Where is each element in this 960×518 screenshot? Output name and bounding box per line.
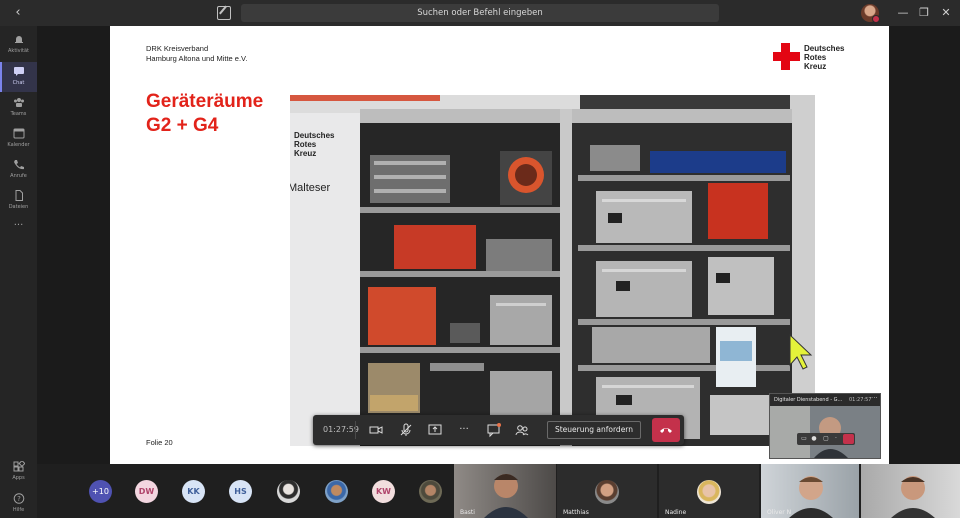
participant-photo-avatar[interactable] bbox=[325, 480, 348, 503]
rail-item-calendar[interactable]: Kalender bbox=[0, 124, 37, 154]
call-controls: 01:27:59 ··· Steuerung anfordern bbox=[313, 415, 684, 445]
photo-text-malteser: Malteser bbox=[290, 182, 331, 194]
teams-window: { "search":{"placeholder":"Suchen oder B… bbox=[0, 0, 960, 518]
profile-avatar[interactable] bbox=[861, 4, 880, 23]
request-control-button[interactable]: Steuerung anfordern bbox=[547, 421, 641, 439]
mini-camera-icon[interactable]: ▭ bbox=[800, 435, 808, 443]
mic-muted-icon[interactable] bbox=[398, 422, 414, 438]
participant-avatar[interactable]: KW bbox=[372, 480, 395, 503]
rail-item-teams[interactable]: Teams bbox=[0, 93, 37, 123]
participant-video-tile[interactable]: Basti bbox=[454, 464, 556, 518]
call-timer: 01:27:59 bbox=[323, 425, 359, 434]
participant-photo-avatar bbox=[595, 480, 619, 504]
hang-up-button[interactable] bbox=[652, 418, 680, 442]
camera-icon[interactable] bbox=[368, 422, 384, 438]
rail-label: Anrufe bbox=[10, 173, 27, 179]
rail-item-chat[interactable]: Chat bbox=[0, 62, 37, 92]
rail-item-files[interactable]: Dateien bbox=[0, 186, 37, 216]
rail-item-calls[interactable]: Anrufe bbox=[0, 155, 37, 185]
mini-more-icon[interactable]: ··· bbox=[871, 394, 878, 402]
compact-meeting-window[interactable]: Digitaler Dienstabend - G... 01:27:57 ··… bbox=[769, 393, 881, 459]
participant-name: Nadine bbox=[665, 509, 687, 516]
files-icon bbox=[15, 190, 23, 201]
rail-label: Teams bbox=[10, 111, 27, 117]
participant-video-tile[interactable]: Oliver N bbox=[761, 464, 859, 518]
participant-video-tile[interactable]: Matthias bbox=[557, 464, 657, 518]
slide-number: Folie 20 bbox=[146, 438, 173, 447]
rail-label: Dateien bbox=[8, 204, 29, 210]
rail-item-apps[interactable]: Apps bbox=[0, 457, 37, 487]
participant-video-tile[interactable]: Nadine bbox=[659, 464, 759, 518]
calendar-icon bbox=[13, 128, 24, 139]
minimize-icon[interactable]: — bbox=[894, 4, 912, 22]
slide-title: Geräteräume G2 + G4 bbox=[146, 91, 264, 136]
mini-hang-up-button[interactable] bbox=[843, 434, 854, 444]
participant-photo-avatar[interactable] bbox=[277, 480, 300, 503]
participant-photo-avatar[interactable] bbox=[419, 480, 442, 503]
mini-meeting-title: Digitaler Dienstabend - G... bbox=[774, 397, 843, 403]
org-name: DRK Kreisverband Hamburg Altona und Mitt… bbox=[146, 44, 247, 64]
apps-icon bbox=[13, 461, 25, 472]
mini-controls: ▭ ● ▢ · bbox=[797, 433, 855, 445]
svg-text:?: ? bbox=[17, 495, 21, 503]
rail-label: Chat bbox=[12, 80, 25, 86]
teams-icon bbox=[13, 98, 24, 107]
participant-name: Basti bbox=[460, 509, 475, 516]
rail-label: Hilfe bbox=[12, 507, 25, 513]
maximize-icon[interactable]: ❐ bbox=[915, 4, 933, 22]
mini-more-icon[interactable]: · bbox=[832, 435, 840, 443]
mini-share-icon[interactable]: ▢ bbox=[822, 435, 830, 443]
participant-avatar[interactable]: KK bbox=[182, 480, 205, 503]
participant-strip: +10 DW KK HS KW Basti Matthias Nadine Ol… bbox=[37, 464, 960, 518]
participant-photo-avatar bbox=[697, 480, 721, 504]
org-line: Hamburg Altona und Mitte e.V. bbox=[146, 54, 248, 63]
participants-icon[interactable] bbox=[514, 422, 530, 438]
more-participants-badge[interactable]: +10 bbox=[89, 480, 112, 503]
participant-video-tile[interactable] bbox=[861, 464, 960, 518]
rail-label: Kalender bbox=[7, 142, 30, 148]
participant-name: Oliver N bbox=[767, 509, 792, 516]
more-apps-icon[interactable]: ··· bbox=[0, 220, 37, 250]
rail-label: Aktivität bbox=[8, 48, 29, 54]
mini-video: ▭ ● ▢ · bbox=[770, 406, 880, 458]
search-input[interactable]: Suchen oder Befehl eingeben bbox=[241, 4, 719, 22]
more-actions-icon[interactable]: ··· bbox=[456, 422, 472, 438]
title-bar: ‹ Suchen oder Befehl eingeben — ❐ ✕ bbox=[0, 0, 960, 26]
show-conversation-icon[interactable] bbox=[486, 422, 502, 438]
chat-icon bbox=[13, 67, 24, 76]
close-icon[interactable]: ✕ bbox=[937, 4, 955, 22]
participant-avatar[interactable]: HS bbox=[229, 480, 252, 503]
participant-name: Matthias bbox=[563, 509, 589, 516]
drk-logo: Deutsches Rotes Kreuz bbox=[773, 43, 863, 73]
share-screen-icon[interactable] bbox=[427, 422, 443, 438]
rail-item-activity[interactable]: Aktivität bbox=[0, 30, 37, 60]
logo-text: Deutsches Rotes Kreuz bbox=[804, 44, 845, 71]
new-chat-icon[interactable] bbox=[217, 6, 231, 20]
rail-label: Apps bbox=[12, 475, 25, 481]
phone-icon bbox=[13, 160, 24, 170]
participant-avatar[interactable]: DW bbox=[135, 480, 158, 503]
help-icon: ? bbox=[13, 493, 24, 504]
bell-icon bbox=[14, 36, 23, 44]
equipment-photo-drawing: Deutsches Rotes Kreuz Malteser bbox=[290, 95, 815, 446]
org-line: DRK Kreisverband bbox=[146, 44, 209, 53]
equipment-photo: Deutsches Rotes Kreuz Malteser bbox=[290, 95, 815, 446]
app-bar: Aktivität Chat Teams Kalender Anrufe Dat… bbox=[0, 26, 37, 518]
mini-timer: 01:27:57 bbox=[849, 397, 872, 403]
back-button[interactable]: ‹ bbox=[10, 5, 26, 21]
rail-item-help[interactable]: ? Hilfe bbox=[0, 489, 37, 518]
mini-mic-icon[interactable]: ● bbox=[810, 435, 818, 443]
